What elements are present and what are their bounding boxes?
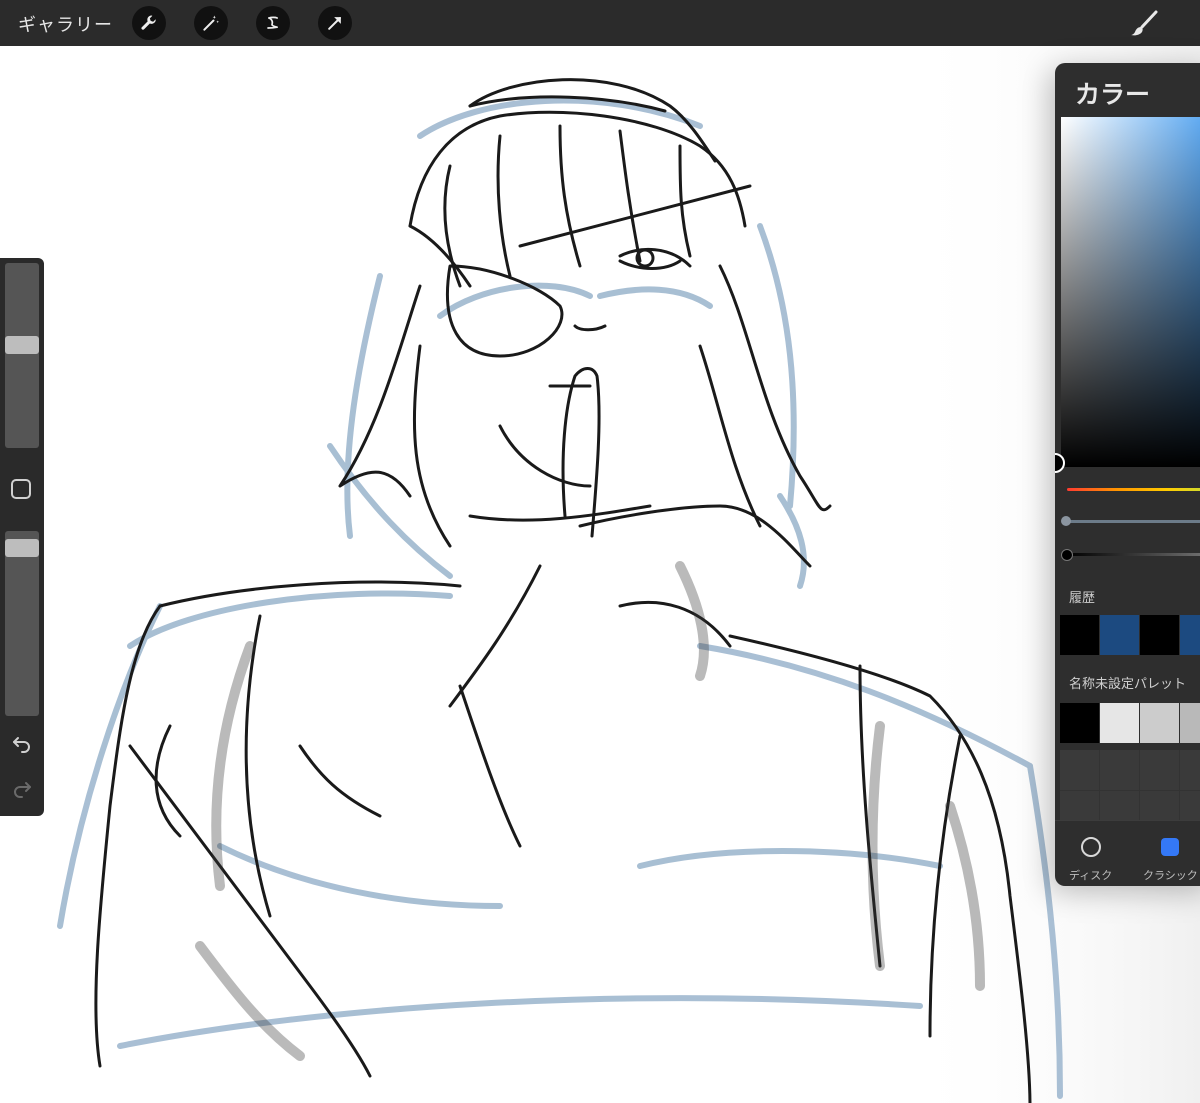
palette-empty-slots[interactable]: [1060, 750, 1200, 820]
transform-arrow-icon[interactable]: [318, 6, 352, 40]
palette-swatch[interactable]: [1100, 703, 1139, 743]
classic-icon: [1161, 838, 1180, 856]
history-label: 履歴: [1069, 591, 1096, 606]
brightness-slider[interactable]: [1067, 553, 1200, 556]
brush-size-slider[interactable]: [5, 263, 39, 448]
brightness-knob[interactable]: [1061, 549, 1073, 561]
history-swatch[interactable]: [1100, 615, 1139, 655]
tab-classic-label: クラシック: [1143, 869, 1198, 882]
top-toolbar: ギャラリー: [0, 0, 1200, 46]
saturation-slider[interactable]: [1067, 520, 1200, 523]
palette-label: 名称未設定パレット: [1069, 677, 1187, 692]
palette-swatches: [1060, 703, 1200, 743]
palette-swatch[interactable]: [1140, 703, 1179, 743]
magic-wand-icon[interactable]: [194, 6, 228, 40]
history-swatch[interactable]: [1060, 615, 1099, 655]
color-panel: カラー 履歴 名称未設定パレット ディスク クラシック: [1055, 63, 1200, 886]
wrench-icon[interactable]: [132, 6, 166, 40]
opacity-thumb[interactable]: [5, 539, 39, 558]
palette-swatch[interactable]: [1180, 703, 1200, 743]
tab-classic[interactable]: クラシック: [1143, 835, 1198, 883]
left-sidebar: [0, 258, 44, 816]
tab-disc-label: ディスク: [1069, 869, 1113, 882]
palette-swatch[interactable]: [1060, 703, 1099, 743]
tab-disc[interactable]: ディスク: [1069, 835, 1112, 883]
drawing-canvas[interactable]: [0, 46, 1200, 1103]
tabs-divider: [1055, 820, 1200, 821]
redo-icon[interactable]: [10, 777, 34, 801]
gallery-button[interactable]: ギャラリー: [18, 11, 113, 37]
palette-grid-divider: [1060, 790, 1200, 791]
saturation-knob[interactable]: [1061, 516, 1071, 526]
disc-icon: [1080, 837, 1101, 857]
history-swatch[interactable]: [1180, 615, 1200, 655]
undo-icon[interactable]: [10, 732, 34, 756]
hue-slider[interactable]: [1067, 488, 1200, 491]
history-swatch[interactable]: [1140, 615, 1179, 655]
brush-icon[interactable]: [1128, 8, 1160, 40]
color-square-picker[interactable]: [1061, 117, 1200, 467]
color-panel-title: カラー: [1075, 80, 1151, 109]
history-swatches: [1060, 615, 1200, 655]
modify-button[interactable]: [11, 479, 31, 499]
sketch-artwork: [57, 46, 1200, 1103]
opacity-slider[interactable]: [5, 531, 39, 716]
selection-icon[interactable]: [256, 6, 290, 40]
brush-size-thumb[interactable]: [5, 336, 39, 355]
